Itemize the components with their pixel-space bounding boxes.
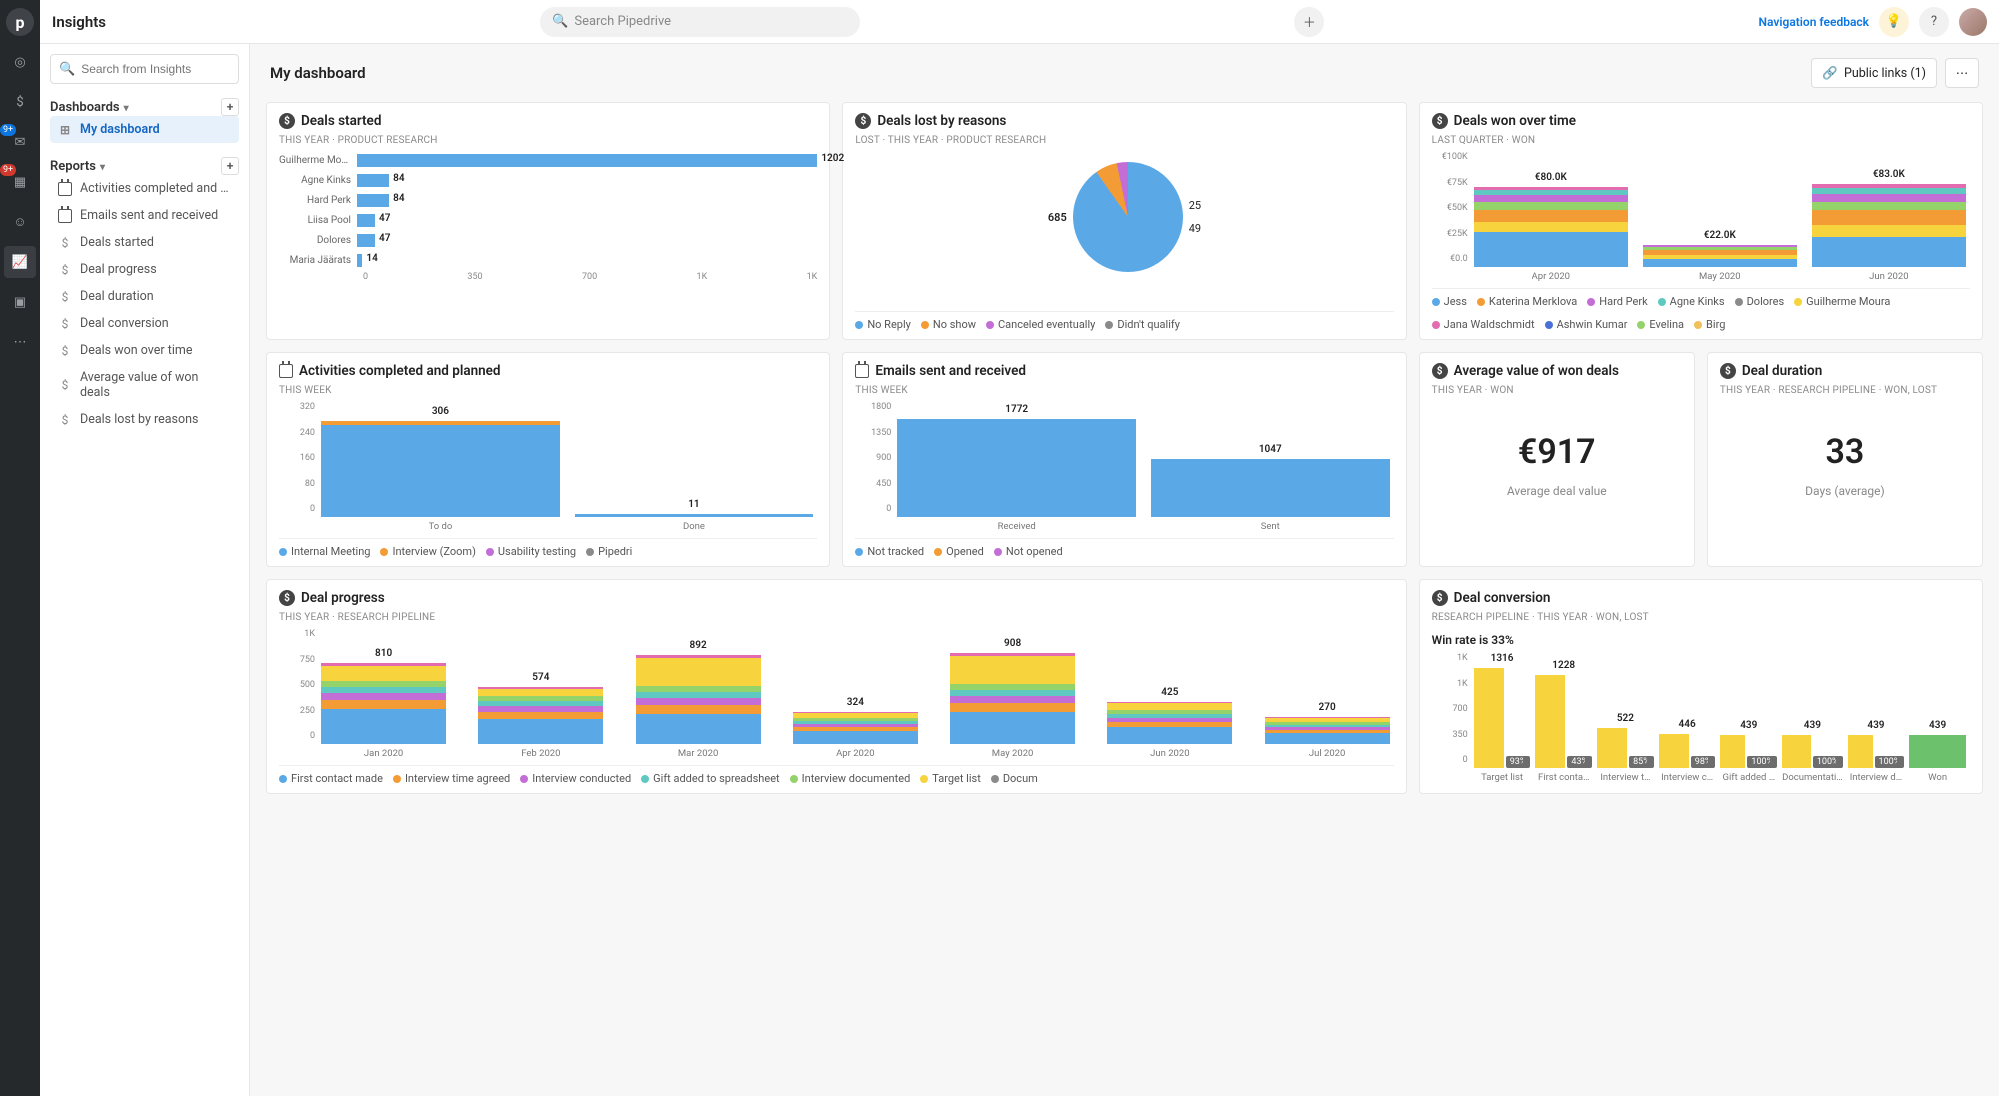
add-report-button[interactable]: + [221, 157, 239, 175]
dollar-icon: $ [1432, 590, 1448, 606]
card-duration: $Deal duration THIS YEAR · RESEARCH PIPE… [1707, 352, 1983, 567]
dollar-icon: $ [58, 413, 72, 427]
calendar-icon [279, 364, 293, 378]
sidebar-report-item[interactable]: $Deals won over time [50, 337, 239, 364]
rail-products-icon[interactable]: ▣ [4, 286, 36, 318]
sidebar-report-item[interactable]: Emails sent and received [50, 202, 239, 229]
dollar-icon: $ [58, 378, 72, 392]
rail-contacts-icon[interactable]: ☺ [4, 206, 36, 238]
app-title: Insights [52, 13, 106, 31]
card-conversion: $Deal conversion RESEARCH PIPELINE · THI… [1419, 579, 1983, 794]
dollar-icon: $ [58, 236, 72, 250]
search-icon: 🔍 [552, 14, 568, 29]
tips-icon[interactable]: 💡 [1879, 7, 1909, 37]
sidebar-report-item[interactable]: $Deals started [50, 229, 239, 256]
insights-sidebar: 🔍 Dashboards ▾ + ⊞My dashboard Reports ▾ + [40, 44, 250, 1096]
dollar-icon: $ [279, 113, 295, 129]
avg-value-metric: €917 [1432, 432, 1682, 472]
win-rate: Win rate is 33% [1432, 633, 1970, 647]
rail-mail-icon[interactable]: ✉9+ [4, 126, 36, 158]
global-search[interactable]: 🔍 Search Pipedrive [540, 7, 860, 37]
rail-insights-icon[interactable]: 📈 [4, 246, 36, 278]
sidebar-report-item[interactable]: $Deal progress [50, 256, 239, 283]
dollar-icon: $ [58, 263, 72, 277]
search-placeholder: Search Pipedrive [574, 14, 671, 29]
card-activities: Activities completed and planned THIS WE… [266, 352, 830, 567]
add-dashboard-button[interactable]: + [221, 98, 239, 116]
card-deals-started: $Deals started THIS YEAR · PRODUCT RESEA… [266, 102, 830, 340]
calendar-icon [58, 209, 72, 223]
sidebar-report-item[interactable]: $Deal duration [50, 283, 239, 310]
calendar-icon [58, 182, 72, 196]
dollar-icon: $ [855, 113, 871, 129]
sidebar-report-item[interactable]: $Deals lost by reasons [50, 406, 239, 433]
content-area: My dashboard 🔗 Public links (1) ⋯ $Deals… [250, 44, 1999, 1096]
search-icon: 🔍 [59, 62, 75, 77]
sidebar-dashboard-item[interactable]: ⊞My dashboard [50, 116, 239, 143]
add-button[interactable]: ＋ [1294, 7, 1324, 37]
duration-metric: 33 [1720, 432, 1970, 472]
card-avg-value: $Average value of won deals THIS YEAR · … [1419, 352, 1695, 567]
dollar-icon: $ [1432, 363, 1448, 379]
sidebar-search-input[interactable] [81, 62, 230, 76]
sidebar-report-item[interactable]: $Deal conversion [50, 310, 239, 337]
dollar-icon: $ [1720, 363, 1736, 379]
dollar-icon: $ [58, 317, 72, 331]
page-title: My dashboard [270, 64, 366, 82]
left-nav-rail: p ◎ $ ✉9+ ▦9+ ☺ 📈 ▣ ⋯ [0, 0, 40, 1096]
calendar-icon [855, 364, 869, 378]
logo[interactable]: p [4, 6, 36, 38]
card-deal-progress: $Deal progress THIS YEAR · RESEARCH PIPE… [266, 579, 1407, 794]
rail-calendar-icon[interactable]: ▦9+ [4, 166, 36, 198]
sidebar-report-item[interactable]: $Average value of won deals [50, 364, 239, 406]
nav-feedback-link[interactable]: Navigation feedback [1759, 15, 1869, 29]
card-deals-lost: $Deals lost by reasons LOST · THIS YEAR … [842, 102, 1406, 340]
link-icon: 🔗 [1822, 66, 1838, 81]
card-emails: Emails sent and received THIS WEEK 04509… [842, 352, 1406, 567]
rail-target-icon[interactable]: ◎ [4, 46, 36, 78]
dashboards-label: Dashboards [50, 100, 120, 115]
public-links-button[interactable]: 🔗 Public links (1) [1811, 58, 1937, 88]
rail-deals-icon[interactable]: $ [4, 86, 36, 118]
reports-label: Reports [50, 159, 96, 174]
card-deals-won-time: $Deals won over time LAST QUARTER · WON … [1419, 102, 1983, 340]
dollar-icon: $ [58, 344, 72, 358]
dollar-icon: $ [58, 290, 72, 304]
help-icon[interactable]: ? [1919, 7, 1949, 37]
user-avatar[interactable] [1959, 8, 1987, 36]
chevron-down-icon[interactable]: ▾ [100, 162, 105, 173]
more-menu-button[interactable]: ⋯ [1945, 58, 1979, 88]
chevron-down-icon[interactable]: ▾ [124, 103, 129, 114]
grid-icon: ⊞ [58, 123, 72, 137]
sidebar-search[interactable]: 🔍 [50, 54, 239, 84]
sidebar-report-item[interactable]: Activities completed and … [50, 175, 239, 202]
dollar-icon: $ [279, 590, 295, 606]
top-bar: Insights 🔍 Search Pipedrive ＋ Navigation… [40, 0, 1999, 44]
rail-more-icon[interactable]: ⋯ [4, 326, 36, 358]
dollar-icon: $ [1432, 113, 1448, 129]
